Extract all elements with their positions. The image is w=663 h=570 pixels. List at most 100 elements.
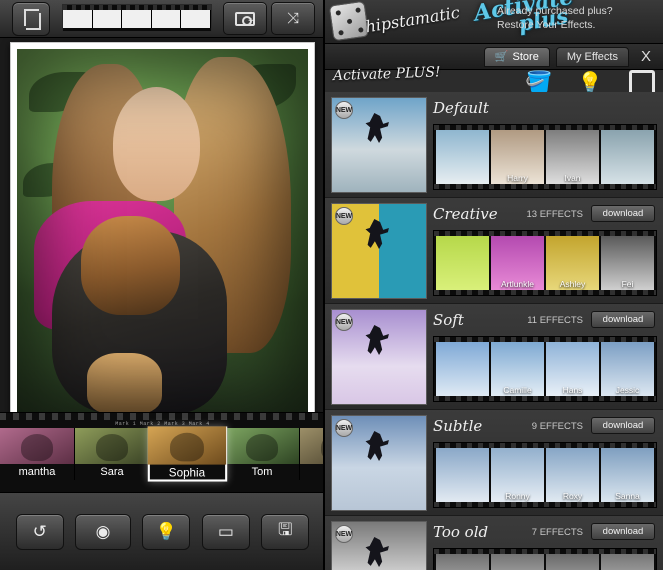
pack-preview[interactable]: NEW bbox=[331, 415, 427, 511]
restore-notice-line2[interactable]: Restore Your Effects. bbox=[497, 18, 657, 32]
frame-button[interactable]: ▭ bbox=[201, 513, 250, 550]
preset-sprockets-top bbox=[0, 413, 323, 420]
pack-effect-count: 9 EFFECTS bbox=[531, 421, 583, 432]
preset-label: mantha bbox=[0, 464, 74, 480]
save-icon: 🖫 bbox=[278, 520, 293, 539]
pack-filmstrip[interactable]: Artlunkle Ashley Fei bbox=[433, 230, 657, 296]
undo-button[interactable]: ↺ bbox=[15, 513, 64, 550]
download-button[interactable]: download bbox=[591, 205, 655, 222]
pack-frame[interactable] bbox=[601, 554, 654, 570]
lens-button[interactable]: ◉ bbox=[75, 513, 132, 550]
preview-subject bbox=[365, 219, 389, 250]
filmstrip-frames bbox=[63, 10, 211, 28]
effect-pack-row[interactable]: NEW Too old 7 EFFECTS download bbox=[325, 516, 663, 570]
pack-frame[interactable] bbox=[546, 554, 599, 570]
pack-frame-label: Hans bbox=[562, 385, 583, 395]
download-button[interactable]: download bbox=[591, 311, 655, 328]
pack-info: Subtle 9 EFFECTS download Ronny Roxy San… bbox=[433, 415, 657, 510]
preset-label: Sara bbox=[75, 464, 149, 480]
pack-preview[interactable]: NEW bbox=[331, 203, 427, 299]
restore-notice-line1: Already purchased plus? bbox=[497, 5, 613, 17]
preset-item-selected[interactable]: Sophia bbox=[147, 426, 228, 482]
light-bulb-icon: 💡 bbox=[155, 521, 178, 541]
pack-filmstrip[interactable]: Camille Hans Jessic bbox=[433, 336, 657, 402]
crop-button[interactable] bbox=[12, 2, 50, 36]
pack-frame[interactable] bbox=[491, 554, 544, 570]
preset-label: Sophia bbox=[147, 464, 227, 482]
shuffle-icon: ⤨ bbox=[286, 10, 299, 27]
pack-preview[interactable]: NEW bbox=[331, 521, 427, 570]
preset-thumbnail bbox=[225, 428, 299, 464]
pack-frame[interactable]: Ivan bbox=[546, 130, 599, 184]
editor-bottom-bar: ↺ ◉ 💡 ▭ 🖫 bbox=[0, 492, 323, 570]
pack-frame[interactable]: Ashley bbox=[546, 236, 599, 290]
new-badge: NEW bbox=[335, 313, 353, 331]
pack-filmstrip[interactable] bbox=[433, 548, 657, 570]
pack-frame[interactable] bbox=[436, 130, 489, 184]
effect-pack-row[interactable]: NEW Default Harry Ivan bbox=[325, 92, 663, 198]
pack-frame[interactable]: Ronny bbox=[491, 448, 544, 502]
pack-frame[interactable]: Jessic bbox=[601, 342, 654, 396]
pack-info: Too old 7 EFFECTS download bbox=[433, 521, 657, 570]
restore-notice: Already purchased plus? Restore Your Eff… bbox=[497, 4, 657, 32]
pack-frame[interactable]: Sanna bbox=[601, 448, 654, 502]
crop-icon bbox=[21, 9, 41, 30]
shuffle-button[interactable]: ⤨ bbox=[271, 2, 315, 35]
pack-filmstrip[interactable]: Harry Ivan bbox=[433, 124, 657, 190]
effect-pack-row[interactable]: NEW Subtle 9 EFFECTS download Ronny Roxy… bbox=[325, 410, 663, 516]
effect-pack-list[interactable]: NEW Default Harry Ivan NEW Creative 13 E… bbox=[325, 92, 663, 570]
new-badge: NEW bbox=[335, 101, 353, 119]
download-button[interactable]: download bbox=[591, 417, 655, 434]
pack-preview[interactable]: NEW bbox=[331, 309, 427, 405]
pack-effect-count: 7 EFFECTS bbox=[531, 527, 583, 538]
preset-thumbnail bbox=[147, 426, 227, 465]
photo-image bbox=[17, 49, 308, 429]
app-root: + ⤨ Mark 1 Mark 2 Mark 3 Mark 4 mantha S… bbox=[0, 0, 663, 570]
lens-icon: ◉ bbox=[95, 521, 111, 541]
pack-frame-label: Jessic bbox=[615, 385, 640, 395]
preset-thumbnail bbox=[75, 428, 149, 464]
editor-pane: + ⤨ Mark 1 Mark 2 Mark 3 Mark 4 mantha S… bbox=[0, 0, 325, 570]
photo-frame[interactable] bbox=[10, 42, 315, 436]
pack-frame-label: Fei bbox=[621, 279, 634, 289]
download-button[interactable]: download bbox=[591, 523, 655, 540]
pack-frame[interactable] bbox=[436, 448, 489, 502]
pack-frame[interactable]: Harry bbox=[491, 130, 544, 184]
preset-item[interactable]: Tom bbox=[225, 428, 300, 480]
preset-label: Tony bbox=[300, 464, 323, 480]
pack-frame[interactable]: Hans bbox=[546, 342, 599, 396]
pack-frame[interactable]: Fei bbox=[601, 236, 654, 290]
pack-frame[interactable] bbox=[436, 554, 489, 570]
undo-icon: ↺ bbox=[32, 521, 47, 541]
preset-item[interactable]: Sara bbox=[75, 428, 150, 480]
effect-pack-row[interactable]: NEW Creative 13 EFFECTS download Artlunk… bbox=[325, 198, 663, 304]
pack-frame[interactable]: Camille bbox=[491, 342, 544, 396]
camera-add-button[interactable]: + bbox=[223, 2, 267, 35]
store-header: hipstamatic Activate plus Already purcha… bbox=[325, 0, 663, 44]
close-button[interactable]: X bbox=[635, 48, 657, 65]
pack-preview[interactable]: NEW bbox=[331, 97, 427, 193]
flash-button[interactable]: 💡 bbox=[142, 513, 191, 550]
pack-frame[interactable] bbox=[436, 342, 489, 396]
preset-filmstrip[interactable]: Mark 1 Mark 2 Mark 3 Mark 4 mantha Sara … bbox=[0, 412, 323, 492]
preset-item[interactable]: mantha bbox=[0, 428, 75, 480]
pack-frame[interactable] bbox=[601, 130, 654, 184]
pack-title: Default bbox=[433, 99, 489, 117]
pack-frame[interactable] bbox=[436, 236, 489, 290]
pack-info: Creative 13 EFFECTS download Artlunkle A… bbox=[433, 203, 657, 298]
pack-filmstrip[interactable]: Ronny Roxy Sanna bbox=[433, 442, 657, 508]
effect-pack-row[interactable]: NEW Soft 11 EFFECTS download Camille Han… bbox=[325, 304, 663, 410]
pack-frame[interactable]: Artlunkle bbox=[491, 236, 544, 290]
editor-tool-group: + ⤨ bbox=[223, 2, 315, 35]
camera-add-icon: + bbox=[235, 11, 255, 27]
preset-label: Tom bbox=[225, 464, 299, 480]
preset-item[interactable]: Tony bbox=[300, 428, 323, 480]
pack-frame-label: Artlunkle bbox=[500, 279, 535, 289]
save-button[interactable]: 🖫 bbox=[261, 513, 310, 550]
pack-info: Default Harry Ivan bbox=[433, 97, 657, 192]
brand-wordmark: hipstamatic bbox=[364, 2, 461, 37]
preset-thumbnail bbox=[300, 428, 323, 464]
pack-frame[interactable]: Roxy bbox=[546, 448, 599, 502]
frame-icon: ▭ bbox=[217, 521, 234, 541]
preview-subject bbox=[365, 325, 389, 356]
